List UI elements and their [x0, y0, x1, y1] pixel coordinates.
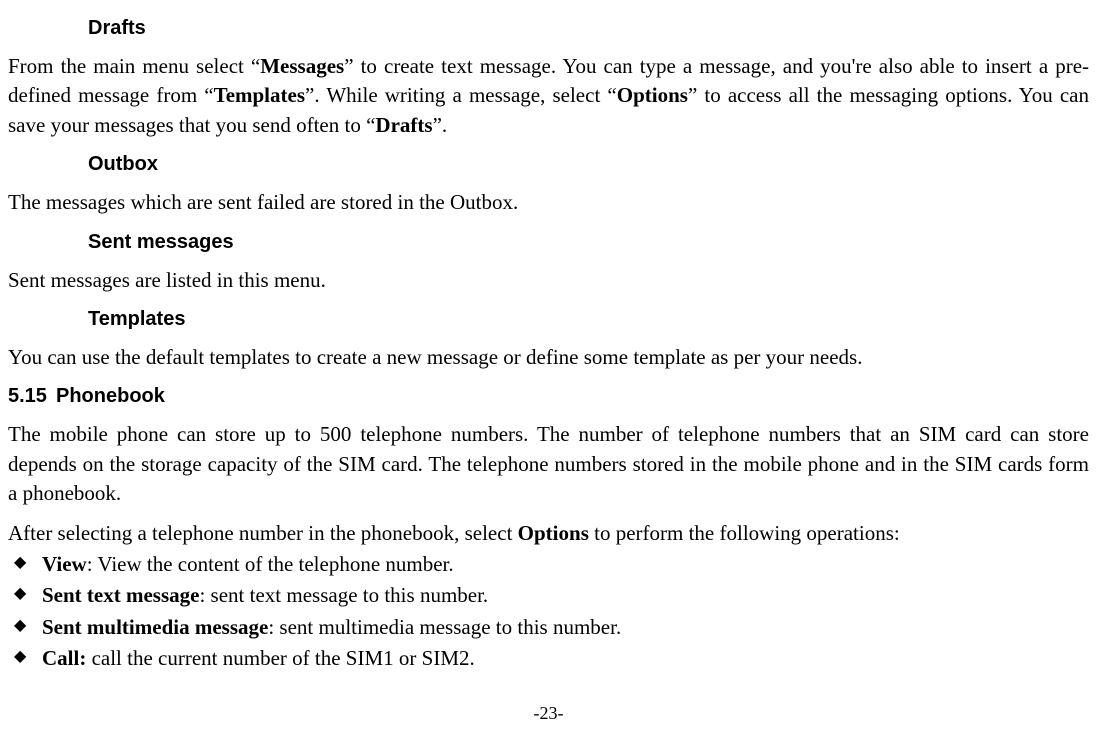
paragraph-drafts: From the main menu select “Messages” to …: [8, 52, 1089, 140]
list-item: Call: call the current number of the SIM…: [8, 644, 1089, 673]
bullet-text: : View the content of the telephone numb…: [87, 552, 454, 576]
bold-options: Options: [518, 521, 589, 545]
heading-templates: Templates: [88, 305, 1089, 333]
text: ”. While writing a message, select “: [305, 83, 617, 107]
list-item: Sent multimedia message: sent multimedia…: [8, 613, 1089, 642]
bullet-text: : sent text message to this number.: [199, 583, 488, 607]
bold-messages: Messages: [260, 54, 344, 78]
heading-number: 5.15: [8, 382, 56, 410]
heading-text: Phonebook: [56, 385, 165, 407]
text: ”.: [433, 113, 448, 137]
bullet-text: : sent multimedia message to this number…: [268, 615, 621, 639]
paragraph-sent: Sent messages are listed in this menu.: [8, 266, 1089, 295]
bold-options: Options: [617, 83, 688, 107]
list-item: View: View the content of the telephone …: [8, 550, 1089, 579]
text: After selecting a telephone number in th…: [8, 521, 518, 545]
bullet-label: Sent multimedia message: [42, 615, 268, 639]
text: to perform the following operations:: [589, 521, 900, 545]
bullet-label: Call:: [42, 646, 86, 670]
heading-outbox: Outbox: [88, 150, 1089, 178]
paragraph-phonebook-2: After selecting a telephone number in th…: [8, 519, 1089, 548]
heading-sent-messages: Sent messages: [88, 228, 1089, 256]
paragraph-phonebook-1: The mobile phone can store up to 500 tel…: [8, 420, 1089, 508]
text: From the main menu select “: [8, 54, 260, 78]
paragraph-outbox: The messages which are sent failed are s…: [8, 188, 1089, 217]
heading-drafts: Drafts: [88, 14, 1089, 42]
bullet-label: Sent text message: [42, 583, 199, 607]
bullet-label: View: [42, 552, 87, 576]
bullet-list: View: View the content of the telephone …: [8, 550, 1089, 674]
bold-drafts: Drafts: [375, 113, 432, 137]
bullet-text: call the current number of the SIM1 or S…: [86, 646, 474, 670]
bold-templates: Templates: [214, 83, 305, 107]
list-item: Sent text message: sent text message to …: [8, 581, 1089, 610]
paragraph-templates: You can use the default templates to cre…: [8, 343, 1089, 372]
heading-phonebook: 5.15Phonebook: [8, 382, 1089, 410]
page-number: -23-: [8, 701, 1089, 726]
